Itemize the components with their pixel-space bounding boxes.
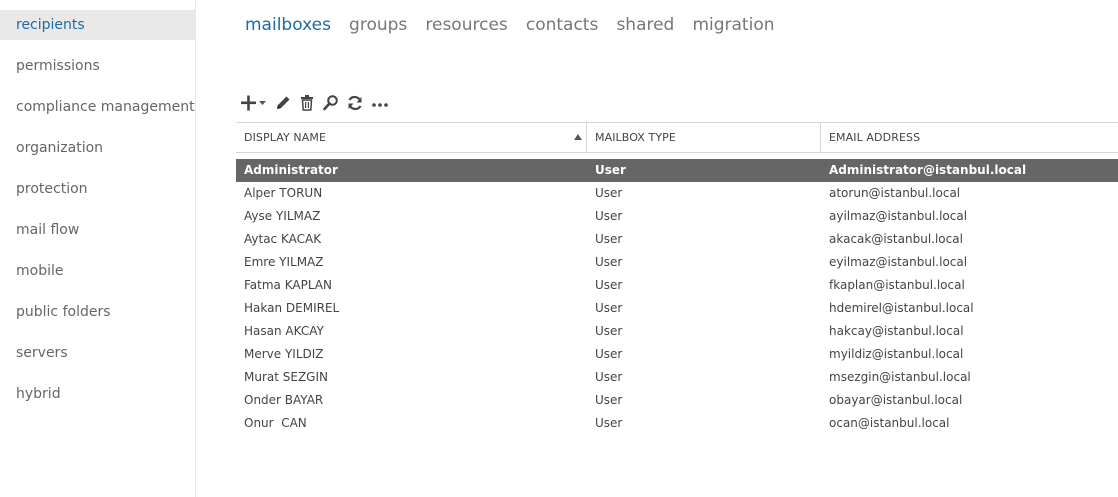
cell-mailbox-type: User	[595, 416, 623, 430]
cell-display-name: Alper TORUN	[244, 186, 323, 200]
table-row[interactable]: Merve YILDIZ User myildiz@istanbul.local	[236, 343, 1118, 366]
table-row[interactable]: Aytac KACAK User akacak@istanbul.local	[236, 228, 1118, 251]
edit-button[interactable]	[274, 92, 292, 114]
cell-display-name: Onder BAYAR	[244, 393, 324, 407]
cell-email-address: atorun@istanbul.local	[829, 186, 961, 200]
cell-mailbox-type: User	[595, 301, 623, 315]
more-button[interactable]	[370, 92, 390, 114]
sidebar-item-protection[interactable]: protection	[0, 174, 195, 204]
cell-mailbox-type: User	[595, 324, 623, 338]
search-button[interactable]	[322, 92, 340, 114]
tab-groups[interactable]: groups	[349, 12, 407, 38]
cell-display-name: Fatma KAPLAN	[244, 278, 332, 292]
sidebar-item-hybrid[interactable]: hybrid	[0, 379, 195, 409]
cell-mailbox-type: User	[595, 370, 623, 384]
table-header: DISPLAY NAME MAILBOX TYPE EMAIL ADDRESS	[236, 122, 1118, 153]
sidebar-item-servers[interactable]: servers	[0, 338, 195, 368]
delete-button[interactable]	[298, 92, 316, 114]
table-row[interactable]: Administrator User Administrator@istanbu…	[236, 159, 1118, 182]
column-header-mailbox-type[interactable]: MAILBOX TYPE	[587, 123, 821, 152]
delete-icon	[298, 94, 316, 112]
table-row[interactable]: Murat SEZGIN User msezgin@istanbul.local	[236, 366, 1118, 389]
sidebar-item-recipients[interactable]: recipients	[0, 10, 195, 40]
table-row[interactable]: Alper TORUN User atorun@istanbul.local	[236, 182, 1118, 205]
cell-display-name: Murat SEZGIN	[244, 370, 328, 384]
table-row[interactable]: Onur CAN User ocan@istanbul.local	[236, 412, 1118, 435]
cell-mailbox-type: User	[595, 186, 623, 200]
table-row[interactable]: Emre YILMAZ User eyilmaz@istanbul.local	[236, 251, 1118, 274]
toolbar	[240, 91, 396, 115]
tab-contacts[interactable]: contacts	[526, 12, 598, 38]
column-header-email-address[interactable]: EMAIL ADDRESS	[821, 123, 1118, 152]
cell-email-address: ayilmaz@istanbul.local	[829, 209, 968, 223]
cell-email-address: Administrator@istanbul.local	[829, 163, 1027, 177]
cell-email-address: akacak@istanbul.local	[829, 232, 963, 246]
table-row[interactable]: Hakan DEMIREL User hdemirel@istanbul.loc…	[236, 297, 1118, 320]
cell-email-address: msezgin@istanbul.local	[829, 370, 971, 384]
cell-display-name: Hakan DEMIREL	[244, 301, 340, 315]
add-button[interactable]	[240, 92, 268, 114]
cell-email-address: fkaplan@istanbul.local	[829, 278, 965, 292]
cell-mailbox-type: User	[595, 347, 623, 361]
table-row[interactable]: Hasan AKCAY User hakcay@istanbul.local	[236, 320, 1118, 343]
search-icon	[322, 94, 340, 112]
mailbox-table: DISPLAY NAME MAILBOX TYPE EMAIL ADDRESS …	[236, 122, 1118, 430]
cell-email-address: myildiz@istanbul.local	[829, 347, 964, 361]
column-header-label: EMAIL ADDRESS	[829, 131, 921, 144]
cell-display-name: Ayse YILMAZ	[244, 209, 321, 223]
recipient-tabs: mailboxes groups resources contacts shar…	[245, 12, 788, 40]
sort-ascending-icon	[574, 134, 582, 140]
sidebar-item-mobile[interactable]: mobile	[0, 256, 195, 286]
sidebar-item-organization[interactable]: organization	[0, 133, 195, 163]
sidebar-item-public-folders[interactable]: public folders	[0, 297, 195, 327]
exchange-admin-center: recipients permissions compliance manage…	[0, 0, 1118, 497]
cell-mailbox-type: User	[595, 278, 623, 292]
add-icon	[240, 94, 268, 112]
column-header-label: DISPLAY NAME	[244, 131, 326, 144]
cell-mailbox-type: User	[595, 209, 623, 223]
tab-migration[interactable]: migration	[692, 12, 774, 38]
sidebar-item-mail-flow[interactable]: mail flow	[0, 215, 195, 245]
cell-email-address: obayar@istanbul.local	[829, 393, 963, 407]
cell-mailbox-type: User	[595, 255, 623, 269]
sidebar-item-permissions[interactable]: permissions	[0, 51, 195, 81]
table-row[interactable]: Onder BAYAR User obayar@istanbul.local	[236, 389, 1118, 412]
cell-display-name: Merve YILDIZ	[244, 347, 324, 361]
column-header-label: MAILBOX TYPE	[595, 131, 676, 144]
refresh-button[interactable]	[346, 92, 364, 114]
sidebar-item-compliance-management[interactable]: compliance management	[0, 92, 195, 122]
tab-mailboxes[interactable]: mailboxes	[245, 12, 331, 38]
tab-resources[interactable]: resources	[425, 12, 507, 38]
tab-shared[interactable]: shared	[616, 12, 674, 38]
edit-icon	[274, 94, 292, 112]
refresh-icon	[346, 94, 364, 112]
cell-mailbox-type: User	[595, 232, 623, 246]
cell-display-name: Aytac KACAK	[244, 232, 322, 246]
cell-email-address: hakcay@istanbul.local	[829, 324, 964, 338]
sidebar-nav: recipients permissions compliance manage…	[0, 0, 196, 497]
table-body: Administrator User Administrator@istanbu…	[236, 159, 1118, 435]
cell-display-name: Emre YILMAZ	[244, 255, 324, 269]
column-header-display-name[interactable]: DISPLAY NAME	[236, 123, 587, 152]
cell-email-address: ocan@istanbul.local	[829, 416, 950, 430]
more-icon	[370, 94, 390, 112]
table-row[interactable]: Fatma KAPLAN User fkaplan@istanbul.local	[236, 274, 1118, 297]
table-row[interactable]: Ayse YILMAZ User ayilmaz@istanbul.local	[236, 205, 1118, 228]
cell-mailbox-type: User	[595, 393, 623, 407]
cell-mailbox-type: User	[595, 163, 626, 177]
cell-display-name: Administrator	[244, 163, 338, 177]
cell-email-address: eyilmaz@istanbul.local	[829, 255, 968, 269]
cell-display-name: Hasan AKCAY	[244, 324, 324, 338]
cell-email-address: hdemirel@istanbul.local	[829, 301, 974, 315]
cell-display-name: Onur CAN	[244, 416, 307, 430]
